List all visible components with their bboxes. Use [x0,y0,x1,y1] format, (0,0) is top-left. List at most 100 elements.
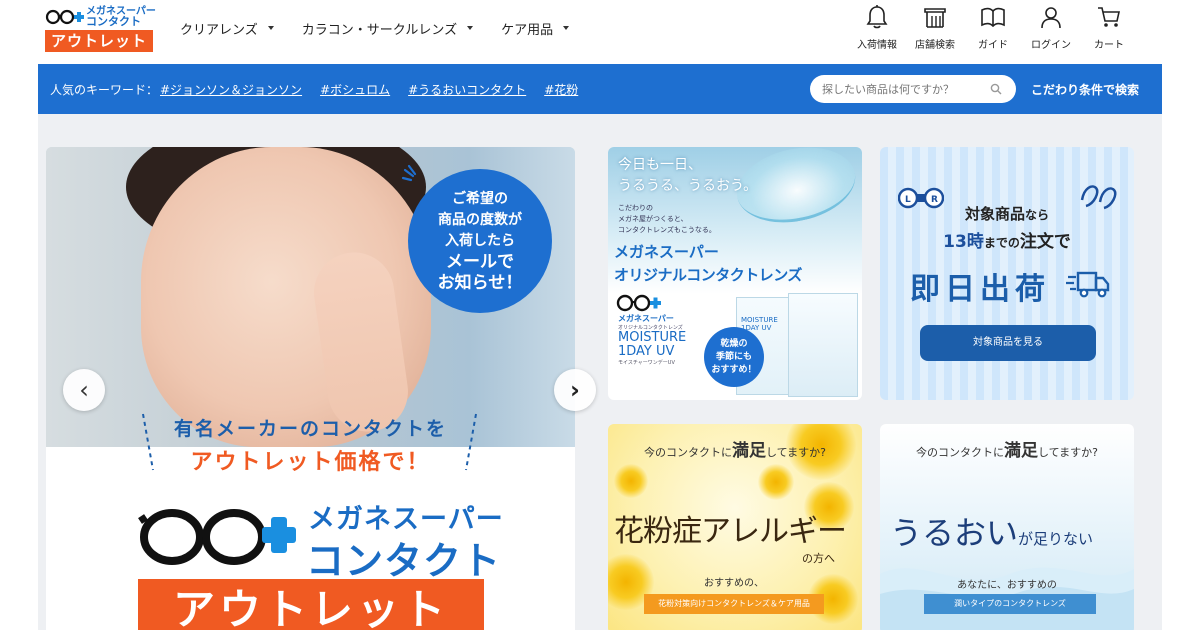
hayfever-question: 今のコンタクトに満足してますか? [608,436,862,461]
hayfever-subline: の方へ [802,552,835,565]
moisture-category-badge: 潤いタイプのコンタクトレンズ [924,594,1096,614]
hero-logo-contact: コンタクト [306,539,502,583]
glasses-logo-icon [138,509,296,565]
caret-down-icon [563,26,570,30]
original-heading: メガネスーパー [614,243,719,261]
keyword-bar: 人気のキーワード： #ジョンソン＆ジョンソン #ボシュロム #うるおいコンタクト… [38,64,1162,114]
search-icon[interactable] [990,83,1002,95]
store-icon [924,8,946,28]
sameday-line1: 対象商品なら [880,203,1134,224]
moisture-q-emphasis: 満足 [1004,441,1039,461]
sparkle-lines-icon [401,164,417,182]
hayfever-q-text: 今のコンタクトに [644,446,733,459]
moisture-headline-small: が足りない [1018,530,1094,548]
sameday-text: 対象商品 [964,205,1025,223]
caret-down-icon [467,26,474,30]
header-icons: 入荷情報 店舗検索 ガイド ログイン カート [848,4,1138,60]
original-small-line: コンタクトレンズもこうなる。 [618,226,716,234]
banner-moisture[interactable]: 今のコンタクトに満足してますか? うるおいが足りない あなたに、おすすめの 潤い… [880,424,1134,630]
hayfever-headline: 花粉症アレルギー [614,514,847,549]
keyword-links: #ジョンソン＆ジョンソン #ボシュロム #うるおいコンタクト #花粉 [160,81,596,98]
book-icon [981,7,1005,28]
hero-notify-line: 商品の度数が [437,211,522,228]
search-input[interactable] [822,75,982,103]
hero-notify-line: ご希望の [451,190,508,207]
hayfever-q-emphasis: 満足 [732,441,767,461]
cart-label: カート [1094,40,1124,51]
hero-tagline: 有名メーカーのコンタクトを [173,418,447,440]
nav-clear-lens[interactable]: クリアレンズ [180,18,274,38]
moisture-headline-big: うるおい [890,514,1019,552]
hero-notify-line: メールで [445,251,514,272]
original-bubble-text: 乾燥の 季節にも おすすめ！ [711,338,756,377]
store-search-link[interactable]: 店舗検索 [906,4,964,60]
hero-logo-badge: アウトレット [138,579,484,630]
view-target-products-button[interactable]: 対象商品を見る [920,325,1096,361]
sameday-text: なら [1025,208,1050,222]
hero-tagline-price: アウトレット価格で！ [190,450,431,475]
keyword-link[interactable]: #ジョンソン＆ジョンソン [160,81,302,98]
original-product-sub: モイスチャーワンデーUV [618,360,675,366]
banner-same-day-shipping[interactable]: L R 対象商品なら 13時までの注文で 即日出荷 対象商品を見る [880,147,1134,400]
nav-care[interactable]: ケア用品 [501,18,570,38]
original-small-copy: こだわりの メガネ屋がつくると、 コンタクトレンズもこうなる。 [618,203,716,236]
nav-color-lens[interactable]: カラコン・サークルレンズ [301,18,474,38]
keyword-link[interactable]: #花粉 [544,81,578,98]
cart-icon [1098,7,1120,27]
original-recommend-bubble: 乾燥の 季節にも おすすめ！ [704,327,764,387]
cart-link[interactable]: カート [1080,4,1138,60]
original-small-line: メガネ屋がつくると、 [618,215,688,223]
sameday-text: 注文で [1019,232,1071,252]
bell-icon [866,5,888,29]
moisture-q-text: してますか? [1038,446,1098,459]
caret-down-icon [267,26,274,30]
original-product-line: 1DAY UV [618,344,675,359]
flower-decor [758,464,794,500]
original-heading-sub: オリジナルコンタクトレンズ [614,266,802,284]
original-product-line: MOISTURE [618,330,687,345]
hayfever-recommend: おすすめの、 [704,578,764,589]
banner-original-lens[interactable]: 今日も一日、 うるうる、うるおう。 こだわりの メガネ屋がつくると、 コンタクト… [608,147,862,400]
flower-decor [614,464,648,498]
login-label: ログイン [1031,40,1071,51]
logo-badge: アウトレット [45,30,153,52]
nav-label: ケア用品 [501,22,554,38]
original-tagline-line: うるうる、うるおう。 [618,178,758,194]
store-search-label: 店舗検索 [915,40,955,51]
stock-info-link[interactable]: 入荷情報 [848,4,906,60]
original-tagline-line: 今日も一日、 [618,157,702,173]
nav-label: カラコン・サークルレンズ [301,22,458,38]
original-bubble-line: 乾燥の [720,338,748,349]
carousel-next-button[interactable]: › [554,369,596,411]
main-content: ご希望の 商品の度数が 入荷したら メールで お知らせ！ 有名メーカーのコンタク… [38,114,1162,630]
guide-link[interactable]: ガイド [964,4,1022,60]
hero-notify-line: お知らせ！ [437,272,523,293]
login-link[interactable]: ログイン [1022,4,1080,60]
advanced-search-link[interactable]: こだわり条件で検索 [1031,81,1139,98]
original-bubble-line: おすすめ！ [711,364,757,375]
sameday-text: 13時 [943,232,984,252]
hero-notify-text: ご希望の 商品の度数が 入荷したら メールで お知らせ！ [438,189,523,294]
product-box-image [788,293,858,397]
keyword-link[interactable]: #うるおいコンタクト [408,81,526,98]
hero-slide[interactable]: ご希望の 商品の度数が 入荷したら メールで お知らせ！ 有名メーカーのコンタク… [46,147,575,630]
site-logo[interactable]: メガネスーパー コンタクト アウトレット [45,6,156,52]
moisture-headline: うるおいが足りない [890,508,1093,554]
hero-notify-circle: ご希望の 商品の度数が 入荷したら メールで お知らせ！ [408,169,552,313]
banner-hay-fever[interactable]: 今のコンタクトに満足してますか? 花粉症アレルギー の方へ おすすめの、 花粉対… [608,424,862,630]
moisture-q-text: 今のコンタクトに [916,446,1005,459]
product-box-line: MOISTURE [741,316,778,324]
original-small-line: こだわりの [618,204,653,212]
carousel-prev-button[interactable]: ‹ [63,369,105,411]
sameday-headline: 即日出荷 [910,272,1050,307]
search-box [810,75,1016,103]
keyword-link[interactable]: #ボシュロム [320,81,390,98]
chevron-right-icon: › [570,376,580,404]
logo-top: メガネスーパー コンタクト [45,6,156,28]
original-bubble-line: 季節にも [715,351,752,362]
hayfever-q-text: してますか? [766,446,826,459]
truck-icon [1066,271,1110,298]
original-product-name: MOISTURE 1DAY UV [618,331,686,359]
guide-label: ガイド [978,40,1008,51]
moisture-question: 今のコンタクトに満足してますか? [880,436,1134,461]
